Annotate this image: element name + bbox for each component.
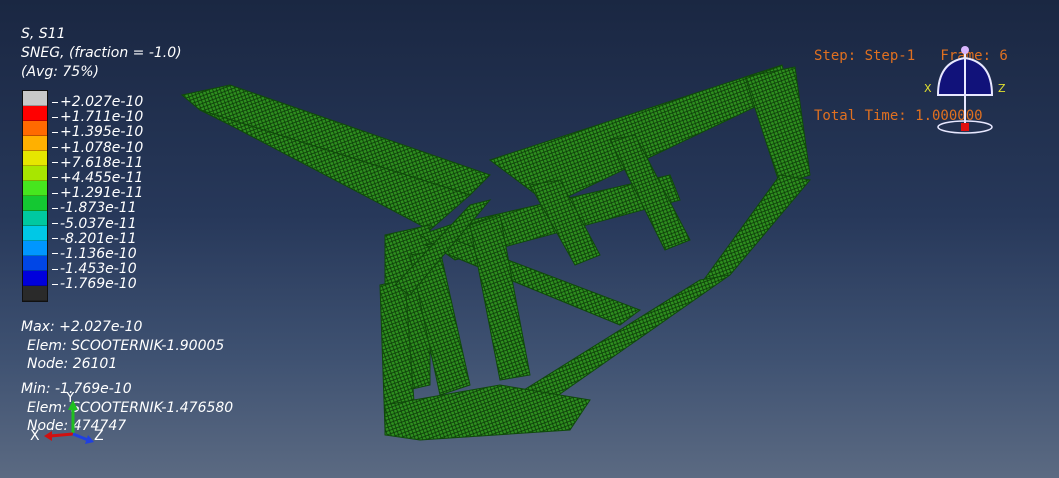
legend-level-label: -1.769e-10 xyxy=(52,277,143,292)
contour-legend-header: S, S11 SNEG, (fraction = -1.0) (Avg: 75%… xyxy=(21,25,182,82)
legend-level-label: -8.201e-11 xyxy=(52,231,143,247)
legend-swatch xyxy=(23,271,47,286)
legend-swatch xyxy=(23,256,47,271)
legend-level-label: -1.873e-11 xyxy=(52,201,143,216)
legend-swatch xyxy=(23,91,47,106)
legend-level-label: -1.136e-10 xyxy=(52,246,143,262)
triad-z-label: Z xyxy=(94,428,104,444)
legend-swatch xyxy=(23,181,47,196)
legend-swatch xyxy=(23,136,47,151)
legend-swatch xyxy=(23,211,47,226)
legend-swatch xyxy=(23,286,47,301)
legend-swatch xyxy=(23,241,47,256)
contour-color-bar xyxy=(22,90,48,302)
legend-level-label: +7.618e-11 xyxy=(52,155,143,171)
view-z-label: Z xyxy=(998,82,1006,95)
legend-level-label: -1.453e-10 xyxy=(52,261,143,277)
legend-swatch xyxy=(23,166,47,181)
legend-level-label: +2.027e-10 xyxy=(52,94,143,110)
triad-y-label: Y xyxy=(65,392,75,406)
legend-swatch xyxy=(23,121,47,136)
legend-level-label: -5.037e-11 xyxy=(52,216,143,232)
legend-level-label: +1.291e-11 xyxy=(52,185,143,201)
view-x-label: X xyxy=(924,82,932,95)
legend-swatch xyxy=(23,106,47,121)
coordinate-triad-icon: Y X Z xyxy=(30,392,104,444)
legend-level-label: +1.395e-10 xyxy=(52,125,143,140)
view-orientation-icon[interactable]: X Z xyxy=(920,40,1010,140)
triad-x-label: X xyxy=(30,428,40,444)
legend-level-label: +1.078e-10 xyxy=(52,140,143,156)
legend-level-label: +1.711e-10 xyxy=(52,109,143,125)
contour-level-labels: +2.027e-10 +1.711e-10 +1.395e-10 +1.078e-10… xyxy=(52,94,143,292)
legend-section-point: SNEG, (fraction = -1.0) xyxy=(21,45,182,61)
legend-averaging: (Avg: 75%) xyxy=(21,64,99,80)
legend-level-label: +4.455e-11 xyxy=(52,170,143,186)
legend-swatch xyxy=(23,226,47,241)
legend-variable: S, S11 xyxy=(21,26,66,42)
legend-swatch xyxy=(23,196,47,211)
scooter-frame-model[interactable] xyxy=(170,55,830,445)
legend-swatch xyxy=(23,151,47,166)
